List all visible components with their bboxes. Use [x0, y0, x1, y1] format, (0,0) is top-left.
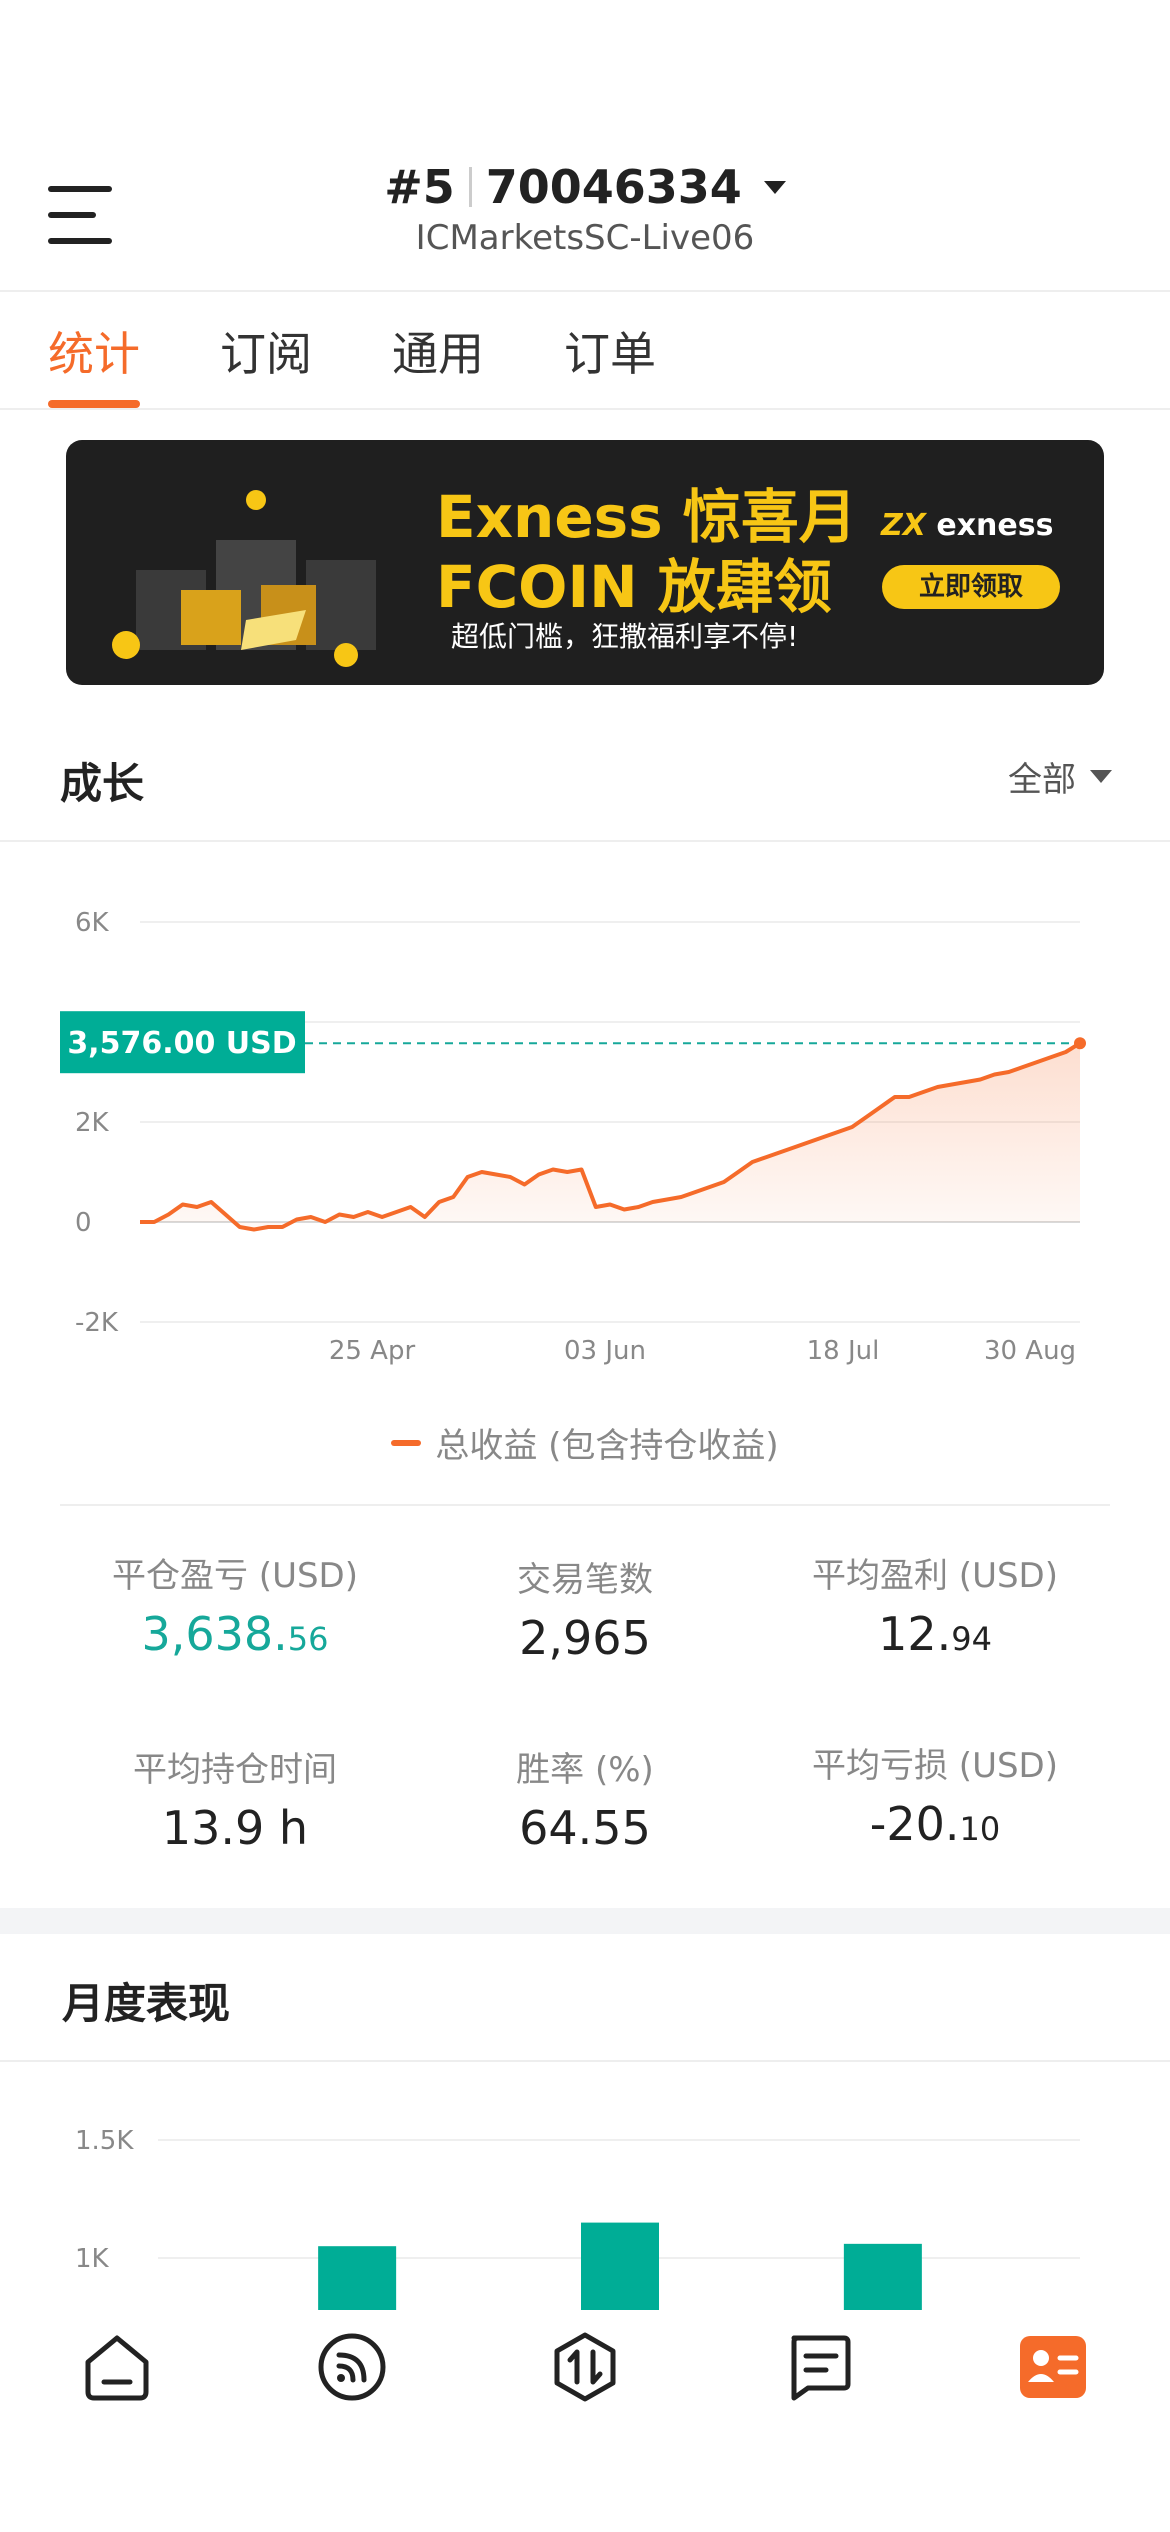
stat-value-dec: 94 [951, 1620, 992, 1658]
stat-label: 平仓盈亏 (USD) [112, 1556, 358, 1596]
divider [0, 290, 1170, 292]
stat-value-dec: 56 [287, 1620, 329, 1658]
y-tick-label: 2K [75, 1108, 110, 1138]
current-value-label: 3,576.00 USD [67, 1026, 296, 1061]
stat-label: 平均盈利 (USD) [812, 1556, 1058, 1596]
divider [0, 2060, 1170, 2062]
bar [843, 2243, 922, 2310]
stat-value-int: 3,638. [141, 1607, 288, 1661]
stat-win-rate: 胜率 (%) 64.55 [390, 1742, 780, 1855]
claim-button[interactable]: 立即领取 [882, 565, 1060, 609]
stat-avg-hold-time: 平均持仓时间 13.9 h [40, 1742, 430, 1855]
monthly-chart: 1.5K 1K [75, 2126, 1080, 2310]
current-point [1074, 1037, 1086, 1050]
stat-label: 交易笔数 [517, 1560, 653, 1600]
bar [581, 2222, 659, 2310]
chevron-down-icon [1090, 770, 1112, 783]
banner-headline-2: FCOIN 放肆领 [436, 553, 832, 621]
range-filter-label: 全部 [1008, 760, 1076, 800]
monthly-title: 月度表现 [62, 1979, 231, 2028]
stat-avg-loss: 平均亏损 (USD) -20.10 [740, 1738, 1130, 1851]
divider [60, 1504, 1110, 1506]
divider [0, 408, 1170, 410]
orders-icon[interactable] [782, 2330, 856, 2404]
stat-avg-profit: 平均盈利 (USD) 12.94 [740, 1548, 1130, 1661]
legend-swatch [391, 1439, 422, 1446]
stat-value: 2,965 [390, 1611, 780, 1665]
home-icon[interactable] [80, 2330, 154, 2404]
stat-label: 平均持仓时间 [133, 1750, 337, 1790]
account-selector[interactable]: #5 70046334 ICMarketsSC-Live06 [0, 160, 1170, 258]
stat-value: -20.10 [740, 1797, 1130, 1851]
banner-logo-text: exness [936, 508, 1054, 543]
stat-value: 13.9 h [40, 1801, 430, 1855]
stat-value: 3,638.56 [40, 1607, 430, 1661]
chart-legend: 总收益 (包含持仓收益) [0, 1418, 1170, 1467]
trade-icon[interactable] [548, 2330, 622, 2404]
stat-value-int: 64.55 [519, 1801, 651, 1855]
x-tick-label: 30 Aug [984, 1336, 1076, 1366]
stat-label: 胜率 (%) [516, 1750, 654, 1790]
x-tick-label: 25 Apr [329, 1336, 416, 1366]
y-tick-label: 1.5K [75, 2126, 134, 2156]
x-tick-label: 18 Jul [807, 1336, 880, 1366]
tab-general[interactable]: 通用 [392, 318, 484, 402]
range-filter[interactable]: 全部 [1008, 752, 1112, 801]
legend-label: 总收益 (包含持仓收益) [435, 1426, 779, 1466]
tab-stats[interactable]: 统计 [48, 318, 140, 408]
stat-closed-pnl: 平仓盈亏 (USD) 3,638.56 [40, 1548, 430, 1661]
stat-value-int: 13.9 h [161, 1801, 309, 1855]
bar [318, 2246, 397, 2310]
stat-value-dec: 10 [959, 1810, 1001, 1848]
section-separator [0, 1908, 1170, 1934]
y-tick-label: 6K [75, 908, 110, 938]
account-index: #5 [384, 160, 455, 214]
account-number: 70046334 [485, 160, 742, 214]
stat-value-int: -20. [869, 1797, 960, 1851]
x-tick-label: 03 Jun [564, 1336, 646, 1366]
stat-value: 64.55 [390, 1801, 780, 1855]
tab-orders[interactable]: 订单 [564, 318, 656, 402]
growth-title: 成长 [60, 759, 145, 808]
banner-subtitle: 超低门槛，狂撒福利享不停! [451, 620, 799, 653]
server-name: ICMarketsSC-Live06 [415, 218, 755, 258]
stat-value-int: 2,965 [519, 1611, 651, 1665]
y-tick-label: -2K [75, 1308, 119, 1338]
growth-chart: 6K4K2K0-2K25 Apr03 Jun18 Jul30 Aug3,576.… [60, 908, 1086, 1366]
stat-trade-count: 交易笔数 2,965 [390, 1552, 780, 1665]
y-tick-label: 0 [75, 1208, 92, 1238]
promo-banner[interactable]: Exness 惊喜月 FCOIN 放肆领 超低门槛，狂撒福利享不停! ZX ex… [66, 440, 1104, 685]
chevron-down-icon [763, 180, 786, 194]
tab-bar: 统计 订阅 通用 订单 [48, 318, 656, 408]
gift-bags-illustration [112, 490, 376, 667]
stat-label: 平均亏损 (USD) [812, 1746, 1058, 1786]
stat-value: 12.94 [740, 1607, 1130, 1661]
stat-value-int: 12. [878, 1607, 952, 1661]
account-icon[interactable] [1016, 2330, 1090, 2404]
feed-icon[interactable] [315, 2330, 389, 2404]
divider [0, 840, 1170, 842]
y-tick-label: 1K [75, 2244, 110, 2274]
exness-logo: ZX exness [881, 508, 1054, 543]
divider [468, 167, 472, 207]
tab-subscribe[interactable]: 订阅 [220, 318, 312, 402]
